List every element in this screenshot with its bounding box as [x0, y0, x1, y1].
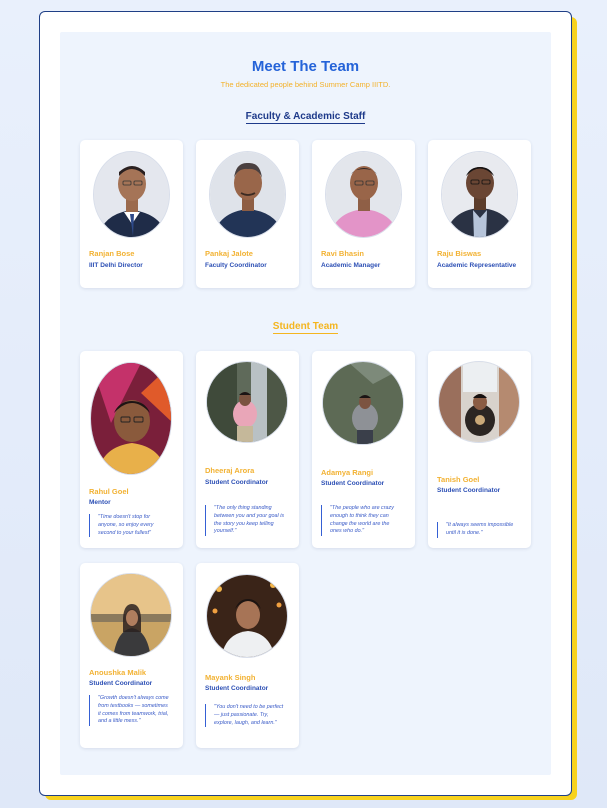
avatar [206, 361, 288, 443]
member-role: Academic Representative [437, 262, 517, 269]
avatar [206, 574, 288, 658]
member-role: Student Coordinator [321, 480, 385, 487]
student-card: Mayank Singh Student Coordinator "You do… [196, 563, 299, 748]
member-role: Student Coordinator [437, 487, 501, 494]
member-role: Student Coordinator [205, 685, 269, 692]
student-card: Tanish Goel Student Coordinator "It alwa… [428, 351, 531, 548]
member-name: Anoushka Malik [89, 668, 147, 677]
member-quote: "You don't need to be perfect — just pas… [205, 704, 285, 728]
member-role: Faculty Coordinator [205, 262, 267, 269]
member-role: Academic Manager [321, 262, 381, 269]
faculty-card: Ravi Bhasin Academic Manager [312, 140, 415, 288]
member-name: Adamya Rangi [321, 468, 374, 477]
member-quote: "The people who are crazy enough to thin… [321, 505, 401, 537]
student-card: Anoushka Malik Student Coordinator "Grow… [80, 563, 183, 748]
member-role: Student Coordinator [205, 479, 269, 486]
student-card: Dheeraj Arora Student Coordinator "The o… [196, 351, 299, 548]
member-role: Mentor [89, 499, 111, 506]
avatar [90, 362, 172, 475]
member-name: Ravi Bhasin [321, 249, 364, 258]
avatar [441, 151, 518, 238]
faculty-card: Pankaj Jalote Faculty Coordinator [196, 140, 299, 288]
member-quote: "Time doesn't stop for anyone, so enjoy … [89, 514, 169, 538]
member-role: Student Coordinator [89, 680, 153, 687]
member-name: Mayank Singh [205, 673, 256, 682]
member-name: Tanish Goel [437, 475, 480, 484]
avatar [93, 151, 170, 238]
member-name: Rahul Goel [89, 487, 129, 496]
page-subtitle: The dedicated people behind Summer Camp … [220, 80, 391, 89]
member-name: Pankaj Jalote [205, 249, 253, 258]
page-title: Meet The Team [251, 58, 360, 75]
student-card: Rahul Goel Mentor "Time doesn't stop for… [80, 351, 183, 548]
member-name: Raju Biswas [437, 249, 482, 258]
avatar [322, 361, 404, 445]
faculty-card: Ranjan Bose IIIT Delhi Director [80, 140, 183, 288]
member-quote: "The only thing standing between you and… [205, 505, 285, 537]
avatar [438, 361, 520, 443]
faculty-section-title: Faculty & Academic Staff [245, 111, 366, 124]
faculty-card: Raju Biswas Academic Representative [428, 140, 531, 288]
student-card: Adamya Rangi Student Coordinator "The pe… [312, 351, 415, 548]
team-section: Meet The Team The dedicated people behin… [60, 32, 551, 775]
avatar [325, 151, 402, 238]
avatar [209, 151, 286, 238]
team-page-frame: Meet The Team The dedicated people behin… [39, 11, 572, 796]
member-name: Dheeraj Arora [205, 466, 255, 475]
member-quote: "It always seems impossible until it is … [437, 522, 517, 538]
avatar [90, 573, 172, 657]
member-role: IIIT Delhi Director [89, 262, 143, 269]
member-name: Ranjan Bose [89, 249, 135, 258]
member-quote: "Growth doesn't always come from textboo… [89, 695, 169, 727]
student-section-title: Student Team [272, 321, 339, 334]
